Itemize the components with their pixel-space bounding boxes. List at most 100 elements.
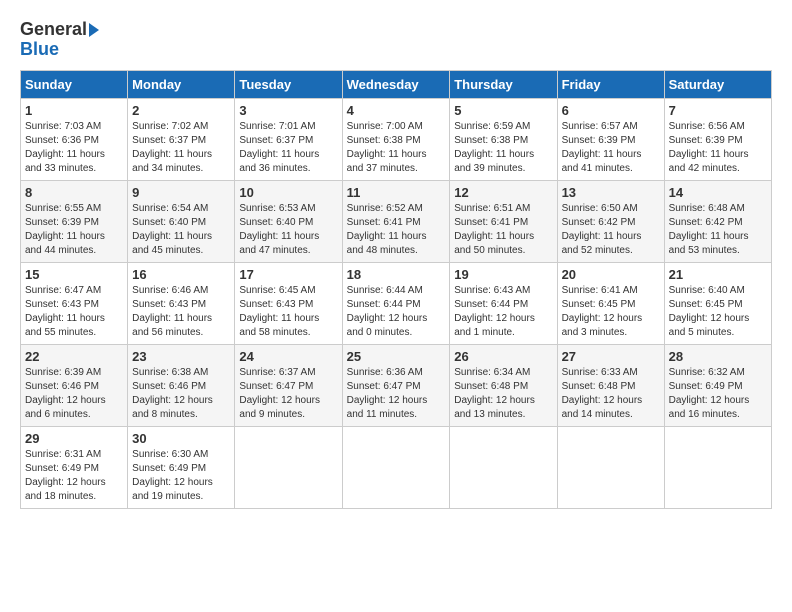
weekday-thursday: Thursday bbox=[450, 70, 557, 98]
calendar-body: 1 Sunrise: 7:03 AM Sunset: 6:36 PM Daylig… bbox=[21, 98, 772, 508]
calendar-table: SundayMondayTuesdayWednesdayThursdayFrid… bbox=[20, 70, 772, 509]
day-info: Sunrise: 6:55 AM Sunset: 6:39 PM Dayligh… bbox=[25, 202, 123, 258]
day-info: Sunrise: 6:46 AM Sunset: 6:43 PM Dayligh… bbox=[132, 284, 230, 340]
day-number: 18 bbox=[347, 267, 446, 282]
day-info: Sunrise: 6:31 AM Sunset: 6:49 PM Dayligh… bbox=[25, 448, 123, 504]
weekday-friday: Friday bbox=[557, 70, 664, 98]
day-info: Sunrise: 6:38 AM Sunset: 6:46 PM Dayligh… bbox=[132, 366, 230, 422]
day-number: 3 bbox=[239, 103, 337, 118]
calendar-week-2: 8 Sunrise: 6:55 AM Sunset: 6:39 PM Daylig… bbox=[21, 180, 772, 262]
calendar-day-16: 16 Sunrise: 6:46 AM Sunset: 6:43 PM Dayli… bbox=[128, 262, 235, 344]
day-info: Sunrise: 6:59 AM Sunset: 6:38 PM Dayligh… bbox=[454, 120, 552, 176]
calendar-day-14: 14 Sunrise: 6:48 AM Sunset: 6:42 PM Dayli… bbox=[664, 180, 771, 262]
day-info: Sunrise: 6:56 AM Sunset: 6:39 PM Dayligh… bbox=[669, 120, 767, 176]
day-number: 6 bbox=[562, 103, 660, 118]
calendar-day-7: 7 Sunrise: 6:56 AM Sunset: 6:39 PM Daylig… bbox=[664, 98, 771, 180]
calendar-day-11: 11 Sunrise: 6:52 AM Sunset: 6:41 PM Dayli… bbox=[342, 180, 450, 262]
calendar-day-26: 26 Sunrise: 6:34 AM Sunset: 6:48 PM Dayli… bbox=[450, 344, 557, 426]
day-number: 28 bbox=[669, 349, 767, 364]
day-number: 19 bbox=[454, 267, 552, 282]
calendar-day-2: 2 Sunrise: 7:02 AM Sunset: 6:37 PM Daylig… bbox=[128, 98, 235, 180]
day-number: 11 bbox=[347, 185, 446, 200]
day-info: Sunrise: 6:32 AM Sunset: 6:49 PM Dayligh… bbox=[669, 366, 767, 422]
calendar-day-19: 19 Sunrise: 6:43 AM Sunset: 6:44 PM Dayli… bbox=[450, 262, 557, 344]
calendar-week-5: 29 Sunrise: 6:31 AM Sunset: 6:49 PM Dayli… bbox=[21, 426, 772, 508]
day-number: 24 bbox=[239, 349, 337, 364]
day-info: Sunrise: 6:52 AM Sunset: 6:41 PM Dayligh… bbox=[347, 202, 446, 258]
day-info: Sunrise: 6:40 AM Sunset: 6:45 PM Dayligh… bbox=[669, 284, 767, 340]
day-info: Sunrise: 6:45 AM Sunset: 6:43 PM Dayligh… bbox=[239, 284, 337, 340]
calendar-day-13: 13Sunrise: 6:50 AM Sunset: 6:42 PM Dayli… bbox=[557, 180, 664, 262]
logo: General Blue bbox=[20, 20, 99, 60]
day-number: 27 bbox=[562, 349, 660, 364]
day-number: 17 bbox=[239, 267, 337, 282]
calendar-day-24: 24Sunrise: 6:37 AM Sunset: 6:47 PM Dayli… bbox=[235, 344, 342, 426]
calendar-week-4: 22 Sunrise: 6:39 AM Sunset: 6:46 PM Dayli… bbox=[21, 344, 772, 426]
day-number: 29 bbox=[25, 431, 123, 446]
day-info: Sunrise: 7:02 AM Sunset: 6:37 PM Dayligh… bbox=[132, 120, 230, 176]
day-info: Sunrise: 6:41 AM Sunset: 6:45 PM Dayligh… bbox=[562, 284, 660, 340]
calendar-day-29: 29 Sunrise: 6:31 AM Sunset: 6:49 PM Dayli… bbox=[21, 426, 128, 508]
calendar-day-23: 23 Sunrise: 6:38 AM Sunset: 6:46 PM Dayli… bbox=[128, 344, 235, 426]
calendar-day-18: 18 Sunrise: 6:44 AM Sunset: 6:44 PM Dayli… bbox=[342, 262, 450, 344]
calendar-day-21: 21 Sunrise: 6:40 AM Sunset: 6:45 PM Dayli… bbox=[664, 262, 771, 344]
weekday-saturday: Saturday bbox=[664, 70, 771, 98]
weekday-header-row: SundayMondayTuesdayWednesdayThursdayFrid… bbox=[21, 70, 772, 98]
calendar-day-8: 8 Sunrise: 6:55 AM Sunset: 6:39 PM Daylig… bbox=[21, 180, 128, 262]
day-number: 22 bbox=[25, 349, 123, 364]
day-number: 4 bbox=[347, 103, 446, 118]
calendar-day-17: 17 Sunrise: 6:45 AM Sunset: 6:43 PM Dayli… bbox=[235, 262, 342, 344]
calendar-day-28: 28 Sunrise: 6:32 AM Sunset: 6:49 PM Dayli… bbox=[664, 344, 771, 426]
day-info: Sunrise: 6:39 AM Sunset: 6:46 PM Dayligh… bbox=[25, 366, 123, 422]
weekday-wednesday: Wednesday bbox=[342, 70, 450, 98]
weekday-sunday: Sunday bbox=[21, 70, 128, 98]
calendar-day-20: 20Sunrise: 6:41 AM Sunset: 6:45 PM Dayli… bbox=[557, 262, 664, 344]
day-info: Sunrise: 7:03 AM Sunset: 6:36 PM Dayligh… bbox=[25, 120, 123, 176]
day-info: Sunrise: 6:57 AM Sunset: 6:39 PM Dayligh… bbox=[562, 120, 660, 176]
calendar-day-1: 1 Sunrise: 7:03 AM Sunset: 6:36 PM Daylig… bbox=[21, 98, 128, 180]
day-info: Sunrise: 7:01 AM Sunset: 6:37 PM Dayligh… bbox=[239, 120, 337, 176]
day-info: Sunrise: 6:48 AM Sunset: 6:42 PM Dayligh… bbox=[669, 202, 767, 258]
calendar-day-27: 27 Sunrise: 6:33 AM Sunset: 6:48 PM Dayli… bbox=[557, 344, 664, 426]
day-info: Sunrise: 6:54 AM Sunset: 6:40 PM Dayligh… bbox=[132, 202, 230, 258]
day-number: 2 bbox=[132, 103, 230, 118]
day-number: 8 bbox=[25, 185, 123, 200]
day-number: 30 bbox=[132, 431, 230, 446]
calendar-day-15: 15Sunrise: 6:47 AM Sunset: 6:43 PM Dayli… bbox=[21, 262, 128, 344]
day-number: 23 bbox=[132, 349, 230, 364]
empty-cell bbox=[450, 426, 557, 508]
day-number: 25 bbox=[347, 349, 446, 364]
weekday-tuesday: Tuesday bbox=[235, 70, 342, 98]
calendar-day-9: 9Sunrise: 6:54 AM Sunset: 6:40 PM Daylig… bbox=[128, 180, 235, 262]
day-info: Sunrise: 6:44 AM Sunset: 6:44 PM Dayligh… bbox=[347, 284, 446, 340]
day-number: 5 bbox=[454, 103, 552, 118]
day-number: 16 bbox=[132, 267, 230, 282]
day-number: 7 bbox=[669, 103, 767, 118]
calendar-week-3: 15Sunrise: 6:47 AM Sunset: 6:43 PM Dayli… bbox=[21, 262, 772, 344]
calendar-day-4: 4 Sunrise: 7:00 AM Sunset: 6:38 PM Daylig… bbox=[342, 98, 450, 180]
empty-cell bbox=[342, 426, 450, 508]
day-number: 10 bbox=[239, 185, 337, 200]
day-number: 14 bbox=[669, 185, 767, 200]
day-number: 12 bbox=[454, 185, 552, 200]
day-info: Sunrise: 6:43 AM Sunset: 6:44 PM Dayligh… bbox=[454, 284, 552, 340]
day-info: Sunrise: 6:53 AM Sunset: 6:40 PM Dayligh… bbox=[239, 202, 337, 258]
day-info: Sunrise: 6:33 AM Sunset: 6:48 PM Dayligh… bbox=[562, 366, 660, 422]
empty-cell bbox=[557, 426, 664, 508]
day-info: Sunrise: 7:00 AM Sunset: 6:38 PM Dayligh… bbox=[347, 120, 446, 176]
day-info: Sunrise: 6:51 AM Sunset: 6:41 PM Dayligh… bbox=[454, 202, 552, 258]
calendar-day-3: 3 Sunrise: 7:01 AM Sunset: 6:37 PM Daylig… bbox=[235, 98, 342, 180]
weekday-monday: Monday bbox=[128, 70, 235, 98]
empty-cell bbox=[664, 426, 771, 508]
calendar-day-6: 6 Sunrise: 6:57 AM Sunset: 6:39 PM Daylig… bbox=[557, 98, 664, 180]
day-number: 1 bbox=[25, 103, 123, 118]
calendar-week-1: 1 Sunrise: 7:03 AM Sunset: 6:36 PM Daylig… bbox=[21, 98, 772, 180]
page-header: General Blue bbox=[20, 20, 772, 60]
day-info: Sunrise: 6:34 AM Sunset: 6:48 PM Dayligh… bbox=[454, 366, 552, 422]
day-number: 26 bbox=[454, 349, 552, 364]
calendar-day-30: 30 Sunrise: 6:30 AM Sunset: 6:49 PM Dayli… bbox=[128, 426, 235, 508]
day-info: Sunrise: 6:50 AM Sunset: 6:42 PM Dayligh… bbox=[562, 202, 660, 258]
day-number: 21 bbox=[669, 267, 767, 282]
calendar-day-25: 25Sunrise: 6:36 AM Sunset: 6:47 PM Dayli… bbox=[342, 344, 450, 426]
day-info: Sunrise: 6:30 AM Sunset: 6:49 PM Dayligh… bbox=[132, 448, 230, 504]
